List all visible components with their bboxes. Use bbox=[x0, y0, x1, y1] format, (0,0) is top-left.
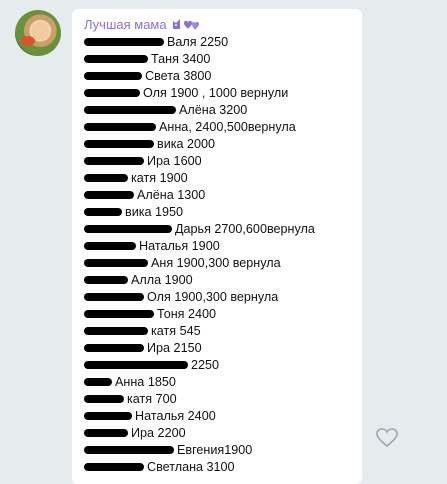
line-text: Ира 1600 bbox=[147, 154, 202, 168]
message-line: Анна 1850 bbox=[84, 374, 315, 391]
message-line: Ира 2150 bbox=[84, 340, 315, 357]
message-line: катя 700 bbox=[84, 391, 315, 408]
redacted-name bbox=[84, 207, 122, 216]
message-line: Оля 1900 , 1000 вернули bbox=[84, 85, 315, 102]
redacted-name bbox=[84, 343, 144, 352]
line-text: Алёна 1300 bbox=[137, 188, 206, 202]
line-text: Тоня 2400 bbox=[157, 307, 217, 321]
redacted-name bbox=[84, 428, 128, 437]
message-line: Оля 1900,300 вернула bbox=[84, 289, 315, 306]
message-text: Валя 2250 Таня 3400 Света 3800 Оля 1900 , 1… bbox=[84, 34, 315, 476]
message-line: 2250 bbox=[84, 357, 315, 374]
redacted-name bbox=[84, 139, 154, 148]
message-line: Наталья 1900 bbox=[84, 238, 315, 255]
line-text: вика 1950 bbox=[125, 205, 184, 219]
message-line: вика 2000 bbox=[84, 136, 315, 153]
line-text: Таня 3400 bbox=[151, 52, 211, 66]
redacted-name bbox=[84, 88, 140, 97]
line-text: Алла 1900 bbox=[131, 273, 193, 287]
line-text: Оля 1900 , 1000 вернули bbox=[143, 86, 289, 100]
line-text: Света 3800 bbox=[145, 69, 212, 83]
line-text: Оля 1900,300 вернула bbox=[147, 290, 279, 304]
line-text: Ира 2200 bbox=[131, 426, 186, 440]
author-name[interactable]: Лучшая мама bbox=[84, 17, 167, 32]
line-text: катя 700 bbox=[127, 392, 177, 406]
redacted-name bbox=[84, 445, 174, 454]
redacted-name bbox=[84, 37, 164, 46]
redacted-name bbox=[84, 241, 136, 250]
author-avatar[interactable] bbox=[15, 10, 61, 56]
message-line: Анна, 2400,500вернула bbox=[84, 119, 315, 136]
message-line: катя 1900 bbox=[84, 170, 315, 187]
message-line: Алла 1900 bbox=[84, 272, 315, 289]
line-text: катя 1900 bbox=[131, 171, 188, 185]
line-text: вика 2000 bbox=[157, 137, 216, 151]
redacted-name bbox=[84, 411, 132, 420]
message-line: Наталья 2400 bbox=[84, 408, 315, 425]
line-text: Аня 1900,300 вернула bbox=[151, 256, 281, 270]
message-line: Аня 1900,300 вернула bbox=[84, 255, 315, 272]
redacted-name bbox=[84, 54, 148, 63]
message-line: вика 1950 bbox=[84, 204, 315, 221]
redacted-name bbox=[84, 326, 148, 335]
message-line: Ира 1600 bbox=[84, 153, 315, 170]
line-text: Наталья 2400 bbox=[135, 409, 216, 423]
line-text: 2250 bbox=[191, 358, 220, 372]
message-line: Света 3800 bbox=[84, 68, 315, 85]
author-row: Лучшая мама bbox=[84, 15, 201, 33]
line-text: катя 545 bbox=[151, 324, 201, 338]
line-text: Ира 2150 bbox=[147, 341, 202, 355]
message-bubble: Лучшая мама Валя 2250 Таня 3400 Света 3800… bbox=[72, 9, 362, 484]
cat-hearts-emoji-icon bbox=[171, 17, 201, 31]
avatar-detail bbox=[21, 36, 35, 46]
line-text: Валя 2250 bbox=[167, 35, 229, 49]
message-line: Алёна 3200 bbox=[84, 102, 315, 119]
message-line: Светлана 3100 bbox=[84, 459, 315, 476]
message-line: Евгения1900 bbox=[84, 442, 315, 459]
line-text: Евгения1900 bbox=[177, 443, 253, 457]
line-text: Наталья 1900 bbox=[139, 239, 220, 253]
redacted-name bbox=[84, 122, 156, 131]
redacted-name bbox=[84, 71, 142, 80]
redacted-name bbox=[84, 292, 144, 301]
line-text: Анна, 2400,500вернула bbox=[159, 120, 296, 134]
line-text: Алёна 3200 bbox=[179, 103, 248, 117]
message-line: Таня 3400 bbox=[84, 51, 315, 68]
line-text: Дарья 2700,600вернула bbox=[175, 222, 315, 236]
heart-outline-icon[interactable] bbox=[376, 428, 398, 448]
redacted-name bbox=[84, 377, 112, 386]
redacted-name bbox=[84, 275, 128, 284]
message-line: Валя 2250 bbox=[84, 34, 315, 51]
message-line: Ира 2200 bbox=[84, 425, 315, 442]
message-line: Тоня 2400 bbox=[84, 306, 315, 323]
redacted-name bbox=[84, 105, 176, 114]
redacted-name bbox=[84, 258, 148, 267]
redacted-name bbox=[84, 156, 144, 165]
redacted-name bbox=[84, 394, 124, 403]
message-line: катя 545 bbox=[84, 323, 315, 340]
line-text: Светлана 3100 bbox=[147, 460, 235, 474]
redacted-name bbox=[84, 224, 172, 233]
redacted-name bbox=[84, 360, 188, 369]
message-line: Алёна 1300 bbox=[84, 187, 315, 204]
redacted-name bbox=[84, 462, 144, 471]
line-text: Анна 1850 bbox=[115, 375, 176, 389]
message-line: Дарья 2700,600вернула bbox=[84, 221, 315, 238]
redacted-name bbox=[84, 309, 154, 318]
redacted-name bbox=[84, 173, 128, 182]
redacted-name bbox=[84, 190, 134, 199]
